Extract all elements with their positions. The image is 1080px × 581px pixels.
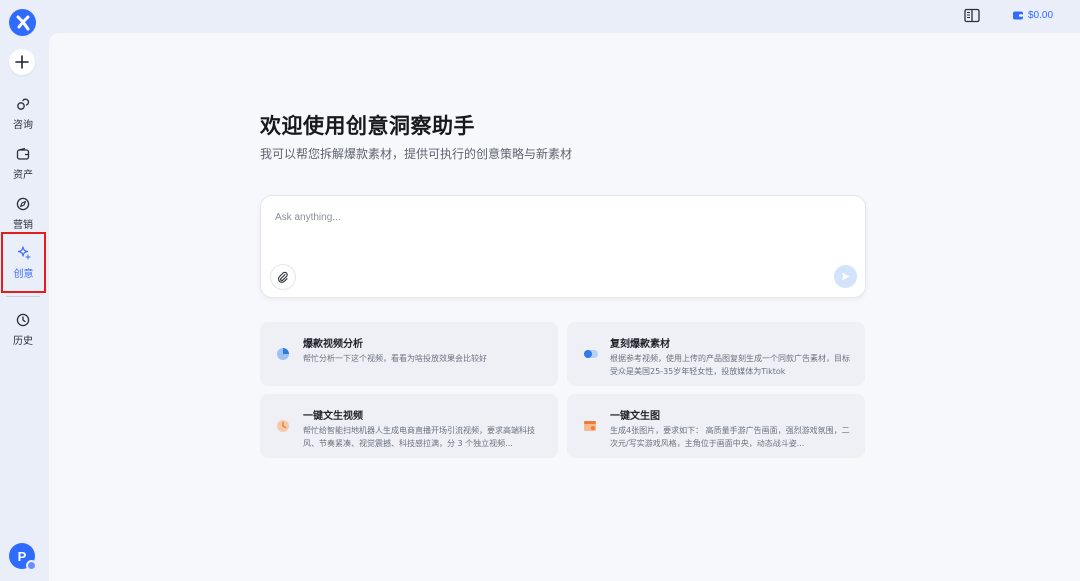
card-description: 根据参考视频，使用上传的产品图复刻生成一个同款广告素材，目标受众是美国25-35… — [610, 354, 850, 376]
compass-icon — [16, 197, 30, 211]
wallet-icon — [1013, 11, 1023, 20]
sidebar-item-label: 历史 — [13, 336, 33, 347]
sidebar-item-history[interactable]: 历史 — [4, 309, 42, 353]
sparkle-icon — [17, 246, 31, 260]
chat-input[interactable] — [275, 212, 835, 223]
page-subtitle: 我可以帮您拆解爆款素材，提供可执行的创意策略与新素材 — [260, 147, 573, 161]
sidebar-item-consult[interactable]: 咨询 — [4, 93, 42, 137]
app-logo[interactable] — [9, 9, 36, 36]
suggestion-card[interactable]: 复刻爆款素材 根据参考视频，使用上传的产品图复刻生成一个同款广告素材，目标受众是… — [567, 322, 865, 386]
card-title: 一键文生图 — [610, 411, 660, 422]
plus-icon — [15, 55, 29, 69]
chat-composer — [260, 195, 866, 298]
logo-icon — [16, 15, 29, 30]
image-card-icon — [584, 421, 596, 431]
card-description: 生成4张图片，要求如下： 高质量手游广告画面，强烈游戏氛围，二次元/写实游戏风格… — [610, 426, 850, 448]
card-title: 爆款视频分析 — [303, 339, 363, 350]
sidebar-item-label: 资产 — [13, 170, 33, 181]
new-chat-button[interactable] — [9, 49, 35, 75]
send-arrow-icon — [842, 272, 850, 281]
sidebar-item-label: 创意 — [13, 269, 34, 280]
paperclip-icon — [278, 271, 288, 283]
book-panel-icon — [964, 8, 980, 23]
suggestion-card[interactable]: 一键文生视频 帮忙给智能扫地机器人生成电商直播开场引流视频，要求高端科技风、节奏… — [260, 394, 558, 458]
wallet-icon — [16, 147, 30, 160]
suggestion-card[interactable]: 爆款视频分析 帮忙分析一下这个视频，看看为啥投放效果会比较好 — [260, 322, 558, 386]
pie-chart-icon — [277, 348, 289, 360]
card-title: 复刻爆款素材 — [610, 339, 670, 350]
card-title: 一键文生视频 — [303, 411, 363, 422]
clock-icon — [16, 313, 30, 327]
toggle-icon — [584, 350, 598, 358]
timer-icon — [277, 420, 289, 432]
sidebar-item-label: 营销 — [13, 220, 33, 231]
top-bar: $0.00 — [46, 0, 1080, 33]
page-title: 欢迎使用创意洞察助手 — [260, 114, 475, 138]
sidebar-item-label: 咨询 — [13, 120, 33, 131]
suggestion-card[interactable]: 一键文生图 生成4张图片，要求如下： 高质量手游广告画面，强烈游戏氛围，二次元/… — [567, 394, 865, 458]
send-button[interactable] — [834, 265, 857, 288]
chat-link-icon — [17, 98, 30, 110]
balance-button[interactable]: $0.00 — [1012, 9, 1053, 21]
sidebar-item-marketing[interactable]: 营销 — [4, 193, 42, 237]
panel-toggle-button[interactable] — [964, 8, 980, 27]
balance-amount: $0.00 — [1028, 9, 1054, 21]
attach-button[interactable] — [270, 264, 296, 290]
sidebar-divider — [6, 296, 40, 297]
avatar-status-badge — [26, 560, 37, 571]
card-description: 帮忙分析一下这个视频，看看为啥投放效果会比较好 — [303, 354, 487, 363]
sidebar-item-assets[interactable]: 资产 — [4, 143, 42, 187]
card-description: 帮忙给智能扫地机器人生成电商直播开场引流视频，要求高端科技风、节奏紧凑、视觉震撼… — [303, 426, 535, 448]
sidebar-item-creative[interactable]: 创意 — [1, 232, 46, 293]
sidebar: 咨询 资产 营销 创意 历史 P — [0, 0, 46, 581]
main-content: 欢迎使用创意洞察助手 我可以帮您拆解爆款素材，提供可执行的创意策略与新素材 爆款… — [49, 33, 1080, 581]
